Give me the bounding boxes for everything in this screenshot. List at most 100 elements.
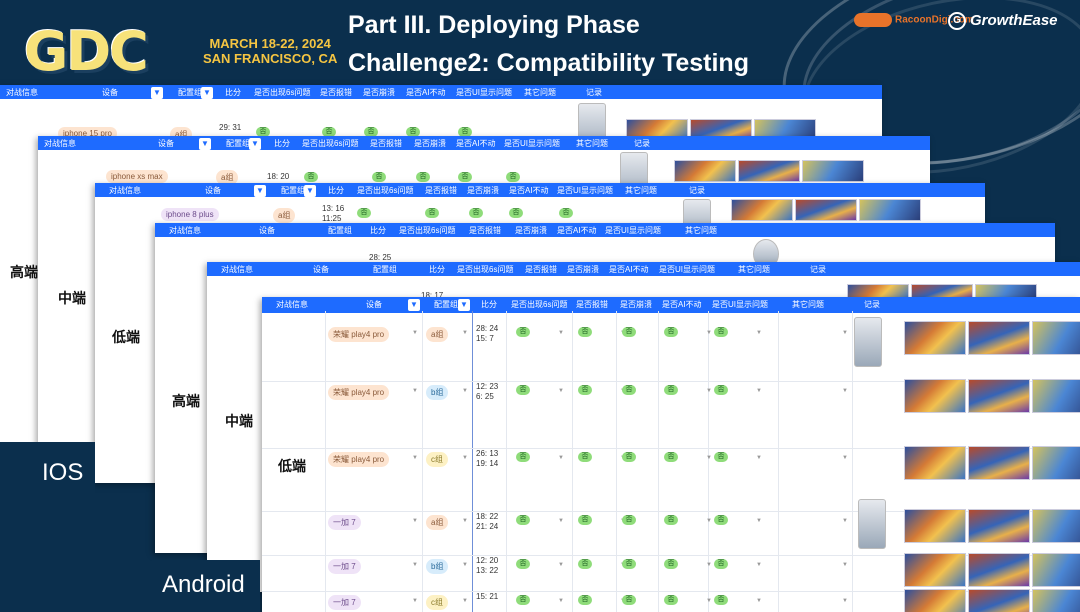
no-flag[interactable]: 否 [714,595,728,605]
filter-icon[interactable]: ▼ [254,185,266,197]
device-cell[interactable]: iphone xs max [106,170,168,183]
dropdown-arrow-icon[interactable]: ▼ [842,330,848,336]
dropdown-arrow-icon[interactable]: ▼ [706,518,712,524]
dropdown-arrow-icon[interactable]: ▼ [412,388,418,394]
no-flag[interactable]: 否 [578,595,592,605]
dropdown-arrow-icon[interactable]: ▼ [842,388,848,394]
no-flag[interactable]: 否 [578,327,592,337]
dropdown-arrow-icon[interactable]: ▼ [706,388,712,394]
dropdown-arrow-icon[interactable]: ▼ [756,455,762,461]
no-flag[interactable]: 否 [559,208,573,218]
no-flag[interactable]: 否 [578,385,592,395]
dropdown-arrow-icon[interactable]: ▼ [558,330,564,336]
no-flag[interactable]: 否 [664,385,678,395]
no-flag[interactable]: 否 [516,515,530,525]
no-flag[interactable]: 否 [714,327,728,337]
no-flag[interactable]: 否 [622,452,636,462]
dropdown-arrow-icon[interactable]: ▼ [706,455,712,461]
no-flag[interactable]: 否 [516,327,530,337]
group-cell[interactable]: c组 [426,452,448,467]
dropdown-arrow-icon[interactable]: ▼ [842,518,848,524]
dropdown-arrow-icon[interactable]: ▼ [842,455,848,461]
dropdown-arrow-icon[interactable]: ▼ [462,562,468,568]
no-flag[interactable]: 否 [516,559,530,569]
device-cell[interactable]: 一加 7 [328,559,361,574]
no-flag[interactable]: 否 [458,172,472,182]
device-cell[interactable]: iphone 8 plus [161,208,219,221]
no-flag[interactable]: 否 [509,208,523,218]
col-config: 配置组 [281,186,305,195]
dropdown-arrow-icon[interactable]: ▼ [706,330,712,336]
no-flag[interactable]: 否 [578,559,592,569]
no-flag[interactable]: 否 [506,172,520,182]
dropdown-arrow-icon[interactable]: ▼ [842,562,848,568]
no-flag[interactable]: 否 [578,452,592,462]
dropdown-arrow-icon[interactable]: ▼ [558,518,564,524]
no-flag[interactable]: 否 [516,385,530,395]
group-cell[interactable]: b组 [426,385,449,400]
no-flag[interactable]: 否 [664,452,678,462]
no-flag[interactable]: 否 [622,595,636,605]
dropdown-arrow-icon[interactable]: ▼ [412,518,418,524]
no-flag[interactable]: 否 [714,515,728,525]
no-flag[interactable]: 否 [664,515,678,525]
no-flag[interactable]: 否 [622,515,636,525]
dropdown-arrow-icon[interactable]: ▼ [558,388,564,394]
device-cell[interactable]: 一加 7 [328,595,361,610]
group-cell[interactable]: b组 [426,559,449,574]
dropdown-arrow-icon[interactable]: ▼ [756,598,762,604]
no-flag[interactable]: 否 [664,595,678,605]
filter-icon[interactable]: ▼ [201,87,213,99]
dropdown-arrow-icon[interactable]: ▼ [756,518,762,524]
group-cell[interactable]: a组 [273,208,296,223]
dropdown-arrow-icon[interactable]: ▼ [706,598,712,604]
group-cell[interactable]: a组 [426,327,449,342]
filter-icon[interactable]: ▼ [458,299,470,311]
device-cell[interactable]: 荣耀 play4 pro [328,327,390,342]
no-flag[interactable]: 否 [516,595,530,605]
dropdown-arrow-icon[interactable]: ▼ [412,455,418,461]
no-flag[interactable]: 否 [578,515,592,525]
no-flag[interactable]: 否 [622,327,636,337]
filter-icon[interactable]: ▼ [151,87,163,99]
dropdown-arrow-icon[interactable]: ▼ [412,598,418,604]
no-flag[interactable]: 否 [714,385,728,395]
dropdown-arrow-icon[interactable]: ▼ [756,330,762,336]
group-cell[interactable]: a组 [426,515,449,530]
dropdown-arrow-icon[interactable]: ▼ [462,388,468,394]
no-flag[interactable]: 否 [304,172,318,182]
no-flag[interactable]: 否 [357,208,371,218]
dropdown-arrow-icon[interactable]: ▼ [412,562,418,568]
dropdown-arrow-icon[interactable]: ▼ [558,455,564,461]
no-flag[interactable]: 否 [714,559,728,569]
device-cell[interactable]: 荣耀 play4 pro [328,385,390,400]
filter-icon[interactable]: ▼ [408,299,420,311]
filter-icon[interactable]: ▼ [304,185,316,197]
no-flag[interactable]: 否 [622,559,636,569]
no-flag[interactable]: 否 [469,208,483,218]
dropdown-arrow-icon[interactable]: ▼ [462,518,468,524]
no-flag[interactable]: 否 [416,172,430,182]
no-flag[interactable]: 否 [372,172,386,182]
dropdown-arrow-icon[interactable]: ▼ [462,455,468,461]
group-cell[interactable]: c组 [426,595,448,610]
no-flag[interactable]: 否 [622,385,636,395]
no-flag[interactable]: 否 [714,452,728,462]
filter-icon[interactable]: ▼ [199,138,211,150]
dropdown-arrow-icon[interactable]: ▼ [756,388,762,394]
no-flag[interactable]: 否 [664,327,678,337]
dropdown-arrow-icon[interactable]: ▼ [706,562,712,568]
dropdown-arrow-icon[interactable]: ▼ [462,330,468,336]
device-cell[interactable]: 一加 7 [328,515,361,530]
filter-icon[interactable]: ▼ [249,138,261,150]
no-flag[interactable]: 否 [664,559,678,569]
dropdown-arrow-icon[interactable]: ▼ [842,598,848,604]
dropdown-arrow-icon[interactable]: ▼ [412,330,418,336]
dropdown-arrow-icon[interactable]: ▼ [558,562,564,568]
device-cell[interactable]: 荣耀 play4 pro [328,452,390,467]
dropdown-arrow-icon[interactable]: ▼ [558,598,564,604]
dropdown-arrow-icon[interactable]: ▼ [462,598,468,604]
dropdown-arrow-icon[interactable]: ▼ [756,562,762,568]
no-flag[interactable]: 否 [516,452,530,462]
no-flag[interactable]: 否 [425,208,439,218]
